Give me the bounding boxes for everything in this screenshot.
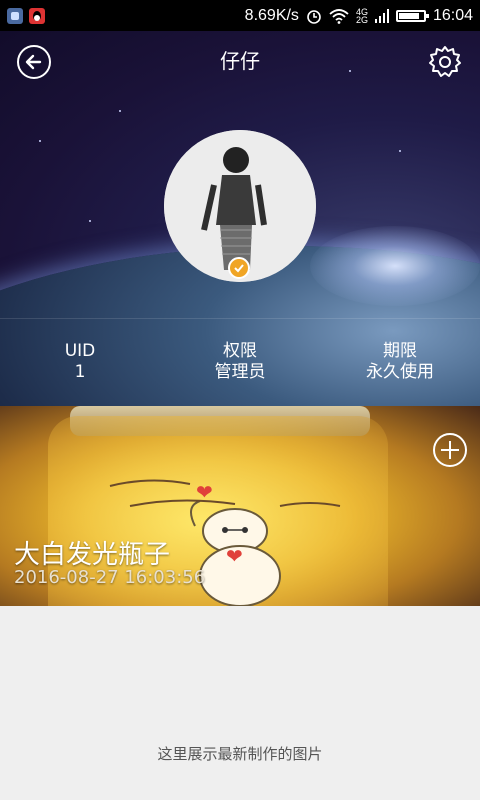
- add-button[interactable]: [433, 433, 467, 467]
- battery-icon: [395, 9, 429, 22]
- heart-icon: ❤: [196, 480, 213, 504]
- settings-button[interactable]: [427, 44, 463, 80]
- info-uid: UID 1: [0, 341, 160, 383]
- battery-level: [398, 12, 420, 19]
- status-bar: 8.69K/s 4G 2G 16:04: [0, 0, 480, 31]
- plus-icon: [441, 441, 459, 459]
- clock: 16:04: [432, 6, 473, 24]
- signal-icon: [374, 8, 389, 23]
- alarm-icon: [307, 9, 321, 24]
- info-permission: 权限 管理员: [160, 341, 320, 383]
- divider: [0, 318, 480, 319]
- image-date: 2016-08-27 16:03:56: [14, 567, 206, 588]
- info-value: 1: [74, 362, 86, 382]
- image-title: 大白发光瓶子: [14, 540, 171, 570]
- empty-hint: 这里展示最新制作的图片: [157, 745, 323, 763]
- heart-icon: ❤: [226, 544, 243, 568]
- sunrise-glow: [310, 226, 480, 306]
- info-label: UID: [64, 341, 96, 361]
- qq-notification-icon: [29, 7, 45, 24]
- info-value: 管理员: [214, 362, 266, 382]
- verified-badge-icon: [228, 257, 250, 279]
- info-expiry: 期限 永久使用: [320, 341, 480, 383]
- gear-icon: [429, 46, 461, 77]
- app-notification-icon: [7, 7, 23, 24]
- info-value: 永久使用: [366, 362, 434, 382]
- network-speed: 8.69K/s: [244, 6, 299, 24]
- page-title: 仔仔: [220, 49, 260, 73]
- network-type: 4G 2G: [355, 6, 368, 25]
- latest-image-card[interactable]: ❤ ❤ 大白发光瓶子 2016-08-27 16:03:56: [0, 406, 480, 606]
- profile-info: UID 1 权限 管理员 期限 永久使用: [0, 341, 480, 383]
- info-label: 期限: [383, 341, 417, 361]
- wifi-icon: [329, 8, 349, 24]
- profile-header: 仔仔 UID 1 权限 管理员 期限 永久使用: [0, 31, 480, 406]
- info-label: 权限: [223, 341, 257, 361]
